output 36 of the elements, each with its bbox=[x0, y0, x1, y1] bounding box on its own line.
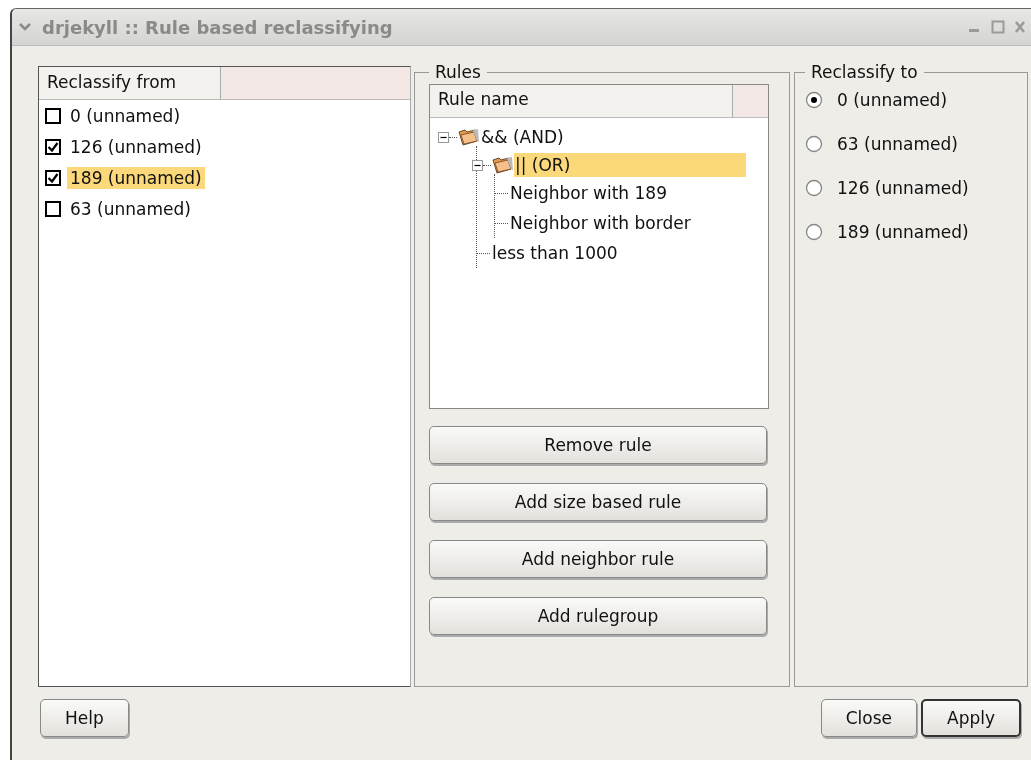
radio-label: 189 (unnamed) bbox=[837, 222, 969, 242]
folder-icon bbox=[458, 127, 480, 147]
tree-item[interactable]: Neighbor with border bbox=[509, 211, 692, 235]
rule-button[interactable]: Add rulegroup bbox=[429, 597, 767, 635]
dialog-button[interactable]: Apply bbox=[921, 699, 1021, 737]
window-menu-icon[interactable] bbox=[18, 22, 32, 32]
list-item[interactable]: 126 (unnamed) bbox=[67, 135, 205, 158]
radio-label: 63 (unnamed) bbox=[837, 134, 958, 154]
radio-button[interactable] bbox=[805, 135, 823, 153]
frame-title: Rules bbox=[434, 62, 482, 82]
radio-label: 126 (unnamed) bbox=[837, 178, 969, 198]
checkbox[interactable] bbox=[45, 169, 61, 186]
frame-title: Reclassify to bbox=[810, 62, 919, 82]
folder-icon bbox=[492, 155, 514, 175]
checkbox[interactable] bbox=[45, 138, 61, 155]
list-item[interactable]: 189 (unnamed) bbox=[67, 166, 205, 189]
list-item[interactable]: 63 (unnamed) bbox=[67, 197, 194, 220]
dialog-button[interactable]: Close bbox=[820, 699, 917, 737]
checkbox[interactable] bbox=[45, 200, 61, 217]
rule-button[interactable]: Remove rule bbox=[429, 426, 767, 464]
tree-item[interactable]: less than 1000 bbox=[491, 241, 619, 265]
radio-button[interactable] bbox=[805, 91, 823, 109]
radio-label: 0 (unnamed) bbox=[837, 90, 948, 110]
rule-button[interactable]: Add size based rule bbox=[429, 483, 767, 521]
collapse-icon[interactable] bbox=[472, 159, 483, 171]
tree-item[interactable]: Neighbor with 189 bbox=[509, 181, 668, 205]
window-title: drjekyll :: Rule based reclassifying bbox=[42, 16, 394, 38]
radio-button[interactable] bbox=[805, 179, 823, 197]
tree-item[interactable]: || (OR) bbox=[514, 153, 746, 177]
list-item[interactable]: 0 (unnamed) bbox=[67, 104, 184, 127]
rule-button[interactable]: Add neighbor rule bbox=[429, 540, 767, 578]
collapse-icon[interactable] bbox=[438, 131, 449, 143]
checkbox[interactable] bbox=[45, 107, 61, 124]
radio-button[interactable] bbox=[805, 223, 823, 241]
dialog-button[interactable]: Help bbox=[40, 699, 129, 737]
tree-item[interactable]: && (AND) bbox=[480, 125, 565, 149]
